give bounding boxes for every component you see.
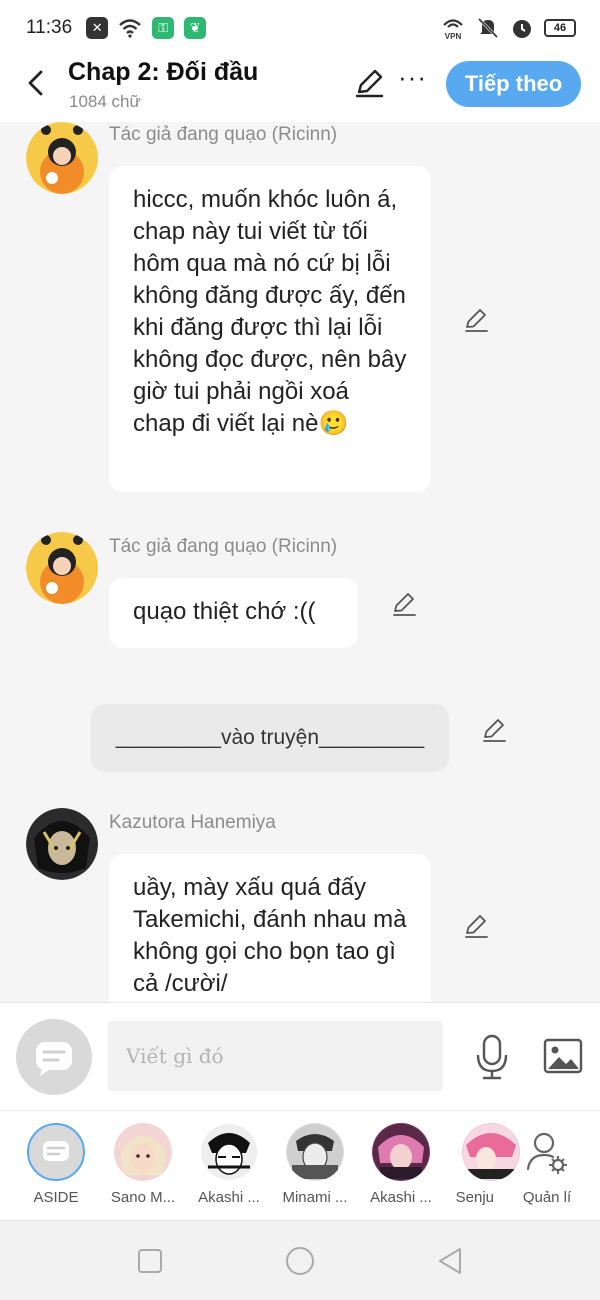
status-left: 11:36 ✕ ⚿ ❦: [26, 17, 207, 39]
status-right: VPN 46: [440, 16, 576, 40]
avatar: [286, 1123, 344, 1181]
back-button[interactable]: [436, 1246, 464, 1276]
message-input[interactable]: [108, 1021, 443, 1091]
wifi-icon: [119, 19, 141, 38]
aside-avatar: [27, 1123, 85, 1181]
character-sano[interactable]: Sano M...: [100, 1123, 186, 1206]
next-chapter-button[interactable]: Tiếp theo: [446, 61, 581, 107]
sender-name: Tác giả đang quạo (Ricinn): [109, 124, 338, 145]
home-button[interactable]: [284, 1245, 316, 1277]
character-minami[interactable]: Minami ...: [272, 1123, 358, 1206]
input-bar: [0, 1002, 600, 1110]
character-label: Minami ...: [282, 1189, 348, 1206]
character-label: Senju: [455, 1189, 494, 1206]
message-bubble[interactable]: quạo thiệt chớ :((: [109, 578, 358, 648]
mute-icon: [477, 17, 499, 39]
svg-text:VPN: VPN: [445, 32, 462, 40]
image-upload-icon[interactable]: [542, 1037, 584, 1077]
narration-bubble[interactable]: _________vào truyện_________: [91, 704, 449, 772]
edit-message-icon[interactable]: [462, 306, 490, 334]
chapter-title: Chap 2: Đối đầu: [68, 58, 259, 86]
character-akashi-2[interactable]: Akashi ...: [358, 1123, 444, 1206]
edit-icon[interactable]: [352, 66, 386, 100]
recents-button[interactable]: [136, 1247, 164, 1275]
key-app-icon: ⚿: [152, 17, 175, 39]
status-time: 11:36: [26, 17, 73, 38]
word-count: 1084 chữ: [69, 92, 141, 111]
chat-bubble-icon: [43, 1141, 69, 1161]
avatar: [114, 1123, 172, 1181]
avatar[interactable]: [26, 122, 98, 194]
message-bubble[interactable]: hiccc, muốn khóc luôn á, chap này tui vi…: [109, 166, 431, 492]
character-label: Sano M...: [110, 1189, 176, 1206]
avatar[interactable]: [26, 808, 98, 880]
notification-x-icon: ✕: [86, 17, 109, 39]
chat-bubble-icon: [36, 1042, 72, 1076]
status-bar: 11:36 ✕ ⚿ ❦ VPN 46: [0, 0, 600, 56]
chapter-header: Chap 2: Đối đầu 1084 chữ ··· Tiếp theo: [0, 56, 600, 122]
character-aside[interactable]: ASIDE: [13, 1123, 99, 1206]
character-label: Akashi ...: [198, 1189, 260, 1206]
message-bubble[interactable]: uầy, mày xấu quá đấy Takemichi, đánh nha…: [109, 854, 431, 1002]
microphone-icon[interactable]: [474, 1033, 510, 1081]
battery-indicator: 46: [544, 19, 576, 37]
user-settings-icon: [526, 1132, 567, 1174]
edit-message-icon[interactable]: [390, 590, 418, 618]
more-options-button[interactable]: ···: [398, 62, 427, 93]
sender-name: Kazutora Hanemiya: [109, 812, 276, 833]
system-nav-bar: [0, 1220, 600, 1300]
alarm-icon: [513, 20, 531, 38]
avatar: [372, 1123, 430, 1181]
edit-message-icon[interactable]: [480, 716, 508, 744]
sender-name: Tác giả đang quạo (Ricinn): [109, 536, 338, 557]
character-label: Akashi ...: [370, 1189, 432, 1206]
manage-characters-button[interactable]: Quản lí: [504, 1123, 590, 1206]
avatar[interactable]: [26, 532, 98, 604]
edit-message-icon[interactable]: [462, 912, 490, 940]
character-akashi-1[interactable]: Akashi ...: [186, 1123, 272, 1206]
character-label: Quản lí: [522, 1189, 572, 1206]
back-arrow-icon[interactable]: [22, 68, 50, 98]
leaf-app-icon: ❦: [184, 17, 207, 39]
character-label: ASIDE: [33, 1189, 79, 1206]
avatar: [200, 1123, 258, 1181]
chat-area[interactable]: Tác giả đang quạo (Ricinn) hiccc, muốn k…: [0, 122, 600, 1002]
character-senju[interactable]: Senju: [440, 1123, 520, 1206]
vpn-icon: VPN: [443, 19, 463, 40]
aside-toggle-button[interactable]: [16, 1019, 92, 1095]
character-bar: ASIDE Sano M... Akashi ... Minami ... Ak…: [0, 1110, 600, 1220]
